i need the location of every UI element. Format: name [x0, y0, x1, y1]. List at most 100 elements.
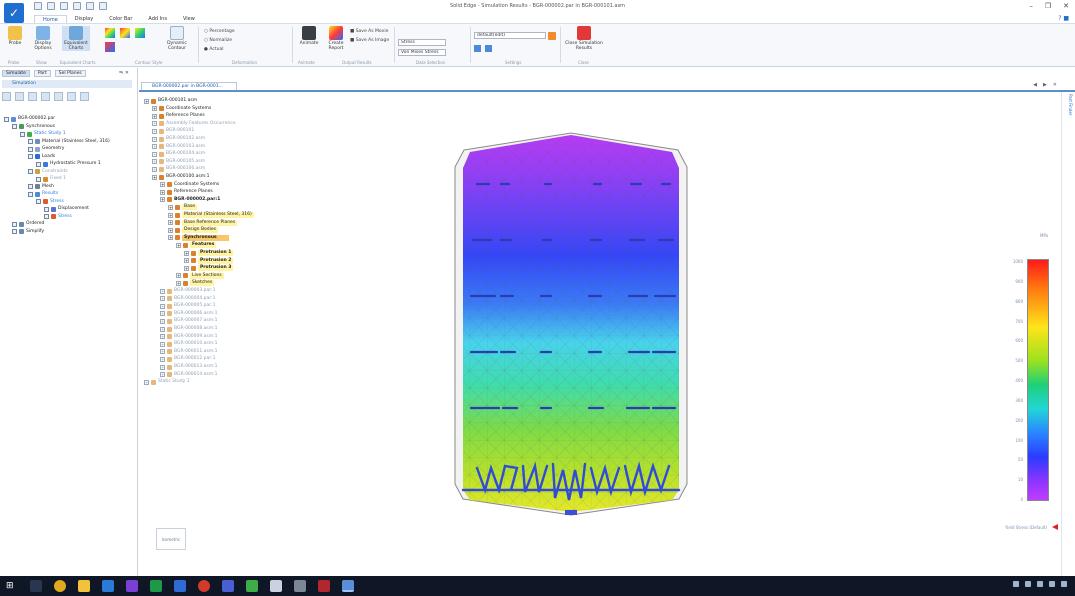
- assembly-tree-item[interactable]: + BGR-000006.asm:1: [160, 311, 218, 317]
- task-view-icon[interactable]: [30, 580, 42, 592]
- expand-icon[interactable]: +: [152, 174, 157, 180]
- tree-item[interactable]: Constraints: [28, 169, 68, 175]
- dynamic-contour-button[interactable]: Dynamic Contour: [162, 26, 192, 51]
- tree-item[interactable]: Stress: [44, 214, 72, 220]
- assembly-tree-item[interactable]: + Assembly Features Occurrence: [152, 121, 236, 127]
- expand-icon[interactable]: +: [176, 280, 181, 286]
- tree-item[interactable]: Simplify: [12, 229, 44, 235]
- expand-icon[interactable]: +: [152, 121, 157, 127]
- expand-icon[interactable]: +: [168, 212, 173, 218]
- tree-item[interactable]: Displacement: [44, 206, 89, 212]
- component-combo[interactable]: Von Mises Stress: [398, 49, 446, 56]
- language-icon[interactable]: [1049, 581, 1055, 587]
- assembly-tree-item[interactable]: + BGR-000008.asm:1: [160, 326, 218, 332]
- loads-icon[interactable]: [54, 92, 63, 101]
- assembly-tree-item[interactable]: + BGR-000106.asm: [152, 166, 205, 172]
- graphics-viewport[interactable]: [139, 92, 1059, 576]
- settings-edit-icon[interactable]: [548, 32, 556, 40]
- expand-icon[interactable]: +: [152, 159, 157, 165]
- expand-icon[interactable]: +: [160, 341, 165, 347]
- expand-icon[interactable]: +: [152, 151, 157, 157]
- network-icon[interactable]: [1025, 581, 1031, 587]
- radio-percentage[interactable]: ○ Percentage: [204, 29, 235, 34]
- assembly-tree-item[interactable]: + Synchronous: [168, 234, 229, 241]
- assembly-tree-item[interactable]: + Base Reference Planes: [168, 219, 238, 226]
- expand-icon[interactable]: +: [160, 326, 165, 332]
- assembly-tree-item[interactable]: + BGR-000010.asm:1: [160, 341, 218, 347]
- tree-item[interactable]: Geometry: [28, 146, 64, 152]
- assembly-tree-item[interactable]: + BGR-000103.asm: [152, 144, 205, 150]
- chrome-icon[interactable]: [54, 580, 66, 592]
- excel-icon[interactable]: [150, 580, 162, 592]
- app-maroon-icon[interactable]: [318, 580, 330, 592]
- study-icon[interactable]: [2, 92, 11, 101]
- app-red-icon[interactable]: [198, 580, 210, 592]
- assembly-tree-item[interactable]: + BGR-000014.asm:1: [160, 372, 218, 378]
- teams-icon[interactable]: [222, 580, 234, 592]
- expand-icon[interactable]: +: [160, 311, 165, 317]
- assembly-tree-item[interactable]: + BGR-000104.asm: [152, 151, 205, 157]
- cloud-icon[interactable]: [1013, 581, 1019, 587]
- expand-icon[interactable]: +: [152, 136, 157, 142]
- tree-checkbox[interactable]: [12, 229, 17, 234]
- assembly-tree-item[interactable]: + Protrusion 1: [184, 250, 234, 256]
- start-icon[interactable]: ⊞: [6, 580, 18, 592]
- expand-icon[interactable]: +: [160, 296, 165, 302]
- expand-icon[interactable]: +: [160, 372, 165, 378]
- panel-tab-part[interactable]: Part: [33, 70, 51, 77]
- expand-icon[interactable]: +: [184, 250, 189, 256]
- tree-item[interactable]: Mesh: [28, 184, 54, 190]
- tree-checkbox[interactable]: [28, 139, 33, 144]
- contour-style-2-icon[interactable]: [120, 28, 130, 38]
- expand-icon[interactable]: +: [160, 356, 165, 362]
- app-green-icon[interactable]: [246, 580, 258, 592]
- tree-checkbox[interactable]: [44, 214, 49, 219]
- expand-icon[interactable]: +: [152, 106, 157, 112]
- probe-button[interactable]: Probe: [4, 26, 26, 46]
- tree-checkbox[interactable]: [28, 191, 33, 197]
- expand-icon[interactable]: +: [168, 227, 173, 233]
- assembly-tree-item[interactable]: + BGR-000100.asm:1: [152, 174, 210, 180]
- animate-button[interactable]: Animate: [298, 26, 320, 46]
- create-report-button[interactable]: Create Report: [326, 26, 346, 51]
- assembly-tree-item[interactable]: + BGR-000012.par:1: [160, 356, 215, 362]
- expand-icon[interactable]: +: [168, 204, 173, 210]
- tree-checkbox[interactable]: [44, 206, 49, 212]
- radio-normalize[interactable]: ○ Normalize: [204, 38, 232, 43]
- word-icon[interactable]: [174, 580, 186, 592]
- assembly-tree-item[interactable]: + Live Sections: [176, 272, 224, 279]
- assembly-tree-item[interactable]: + Coordinate Systems: [160, 182, 219, 188]
- assembly-tree-item[interactable]: + Protrusion 2: [184, 257, 234, 264]
- tree-checkbox[interactable]: [36, 161, 41, 167]
- assembly-tree-item[interactable]: + BGR-000007.asm:1: [160, 318, 218, 324]
- restore-icon[interactable]: ❐: [1045, 2, 1051, 10]
- contour-style-3-icon[interactable]: [135, 28, 145, 38]
- expand-icon[interactable]: +: [144, 379, 149, 385]
- tree-checkbox[interactable]: [36, 199, 41, 204]
- assembly-tree-item[interactable]: + BGR-000013.asm:1: [160, 364, 218, 370]
- tree-item[interactable]: Static Study 1: [20, 131, 66, 137]
- tree-item[interactable]: Ordered: [12, 221, 44, 227]
- expand-icon[interactable]: +: [160, 318, 165, 324]
- expand-icon[interactable]: +: [168, 220, 173, 226]
- assembly-tree-item[interactable]: + BGR-000005.par:1: [160, 303, 215, 309]
- expand-icon[interactable]: +: [184, 265, 189, 271]
- tab-list-icon[interactable]: ◀: [1033, 82, 1037, 88]
- view-cube[interactable]: Isometric: [156, 528, 186, 550]
- expand-icon[interactable]: +: [152, 128, 157, 134]
- assembly-tree-item[interactable]: + Coordinate Systems: [152, 106, 211, 112]
- assembly-tree-item[interactable]: + BGR-000009.asm:1: [160, 334, 218, 340]
- settings-next-icon[interactable]: [485, 45, 492, 52]
- panel-tab-sel-planes[interactable]: Sel Planes: [54, 70, 86, 77]
- assembly-tree-item[interactable]: + BGR-000002.par:1: [160, 197, 220, 203]
- part-finder-tab[interactable]: Part Finder: [1068, 94, 1073, 115]
- settings-prev-icon[interactable]: [474, 45, 481, 52]
- outlook-icon[interactable]: [102, 580, 114, 592]
- assembly-tree-item[interactable]: + Static Study 1: [144, 379, 190, 385]
- tree-item[interactable]: Loads: [28, 154, 55, 160]
- equivalent-charts-button[interactable]: Equivalent Charts: [62, 26, 90, 51]
- results-icon[interactable]: [41, 92, 50, 101]
- tree-checkbox[interactable]: [28, 146, 33, 152]
- assembly-tree-item[interactable]: + BGR-000102.asm: [152, 136, 205, 142]
- constraints-icon[interactable]: [67, 92, 76, 101]
